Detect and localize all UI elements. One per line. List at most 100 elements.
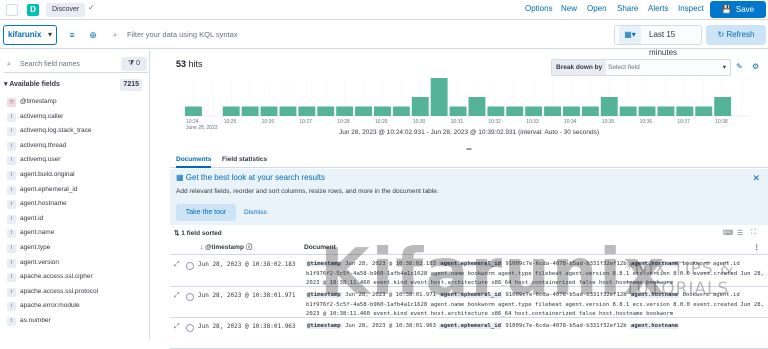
save-button[interactable]: 💾 Save <box>710 1 766 18</box>
filter-options-icon[interactable]: ≡ <box>63 25 81 45</box>
nav-new[interactable]: New <box>561 4 577 13</box>
column-header-timestamp[interactable]: ↓ @timestamp ⓘ <box>200 241 252 255</box>
chart-bar <box>430 78 448 116</box>
chart-bar <box>657 106 675 116</box>
chart-bar <box>619 106 637 116</box>
resize-handle[interactable]: ═ <box>465 146 473 153</box>
field-item[interactable]: t activemq.user <box>4 153 146 168</box>
chart-bar <box>676 106 694 116</box>
field-item-label: activemq.user <box>20 156 61 164</box>
x-tick-label: 10:33 <box>526 119 539 125</box>
chart-bar <box>336 106 354 116</box>
keyboard-icon[interactable]: ⌨ <box>723 229 733 237</box>
table-row[interactable]: ⤢ Jun 28, 2023 @ 10:38:01.963 @timestamp J… <box>170 318 768 349</box>
chart-bar <box>600 97 618 116</box>
field-filter-count: 0 <box>136 60 141 67</box>
x-tick-label: 10:34 <box>564 119 577 125</box>
density-icon[interactable]: ☰ <box>737 229 743 237</box>
field-filter-button[interactable]: ⧩ 0 <box>121 57 147 71</box>
sort-indicator[interactable]: ⇅ 1 field sorted <box>174 229 222 237</box>
chart-edit-icon[interactable]: ✎ <box>736 62 743 71</box>
string-type-icon: t <box>7 243 16 253</box>
x-tick-label: 10:26 <box>262 119 275 125</box>
string-type-icon: t <box>7 170 16 180</box>
hits-counter: 53 hits <box>176 59 203 69</box>
available-fields-header[interactable]: ▾ Available fields 7215 <box>4 79 146 91</box>
field-item[interactable]: t agent.version <box>4 256 146 271</box>
search-icon: ⌕ <box>113 30 118 39</box>
interval-text: Jun 28, 2023 @ 10:24:02.931 - Jun 28, 20… <box>338 129 599 136</box>
row-select-checkbox[interactable] <box>186 262 194 270</box>
add-filter-button[interactable]: ⊕ <box>85 25 101 45</box>
nav-inspect[interactable]: Inspect <box>678 4 704 13</box>
query-bar: kifarunix ▾ ≡ ⊕ ⌕ Filter your data using… <box>0 21 768 57</box>
field-item[interactable]: t apache.error.module <box>4 299 146 314</box>
fullscreen-icon[interactable]: ⛶ <box>751 229 756 237</box>
x-tick-label: 10:35 <box>602 119 615 125</box>
field-item[interactable]: t apache.access.ssl.protocol <box>4 285 146 300</box>
nav-share[interactable]: Share <box>617 4 638 13</box>
tab-field-statistics[interactable]: Field statistics <box>222 154 267 168</box>
field-item[interactable]: t agent.id <box>4 212 146 227</box>
column-options-icon[interactable]: ⋮ <box>754 241 761 255</box>
field-item[interactable]: ◷ @timestamp <box>4 95 146 110</box>
expand-icon[interactable]: ⤢ <box>174 261 180 269</box>
field-item[interactable]: t apache.access.ssl.cipher <box>4 270 146 285</box>
string-type-icon: t <box>7 214 16 224</box>
row-select-checkbox[interactable] <box>186 293 194 301</box>
row-document: @timestamp Jun 28, 2023 @ 10:38:01.963 a… <box>306 322 764 332</box>
date-picker[interactable]: ▦▾ Last 15 minutes <box>614 25 702 57</box>
chart-bar <box>563 106 580 116</box>
field-item-label: agent.hostname <box>20 200 67 208</box>
nav-options[interactable]: Options <box>525 4 553 13</box>
col-timestamp-label: @timestamp <box>205 244 244 251</box>
kql-search-input[interactable]: ⌕ Filter your data using KQL syntax <box>107 25 612 45</box>
refresh-button[interactable]: ↻ Refresh <box>706 25 766 45</box>
x-tick-label: 10:32 <box>488 119 501 125</box>
calendar-icon[interactable]: ▦▾ <box>619 26 641 44</box>
nav-open[interactable]: Open <box>587 4 607 13</box>
close-icon[interactable]: ✕ <box>752 173 760 184</box>
field-item[interactable]: t activemq.log.stack_trace <box>4 124 146 139</box>
breakdown-select[interactable]: Break down by Select field ▾ <box>551 59 731 76</box>
available-fields-count: 7215 <box>120 79 142 91</box>
field-item-label: agent.version <box>20 258 60 266</box>
app-space-icon[interactable]: D <box>27 4 39 16</box>
expand-icon[interactable]: ⤢ <box>174 323 180 331</box>
row-timestamp: Jun 28, 2023 @ 10:38:01.971 <box>198 292 296 299</box>
take-tour-button[interactable]: Take the tour <box>176 204 236 221</box>
x-tick-label: 10:30 <box>413 119 426 125</box>
menu-toggle-icon[interactable] <box>6 4 18 16</box>
doc-key: agent.ephemeral_id <box>439 323 502 329</box>
nav-alerts[interactable]: Alerts <box>648 4 668 13</box>
expand-icon[interactable]: ⤢ <box>174 292 180 300</box>
row-select-checkbox[interactable] <box>186 324 194 332</box>
field-item[interactable]: t agent.hostname <box>4 197 146 212</box>
breadcrumb[interactable]: Discover <box>46 3 86 17</box>
kql-placeholder: Filter your data using KQL syntax <box>127 30 238 39</box>
field-item[interactable]: t as.number <box>4 314 146 329</box>
tab-documents[interactable]: Documents <box>176 154 212 168</box>
tour-callout: ▦ Get the best look at your search resul… <box>170 169 768 225</box>
chart-bar <box>581 106 599 116</box>
chart-bar <box>355 106 372 116</box>
x-tick-label: 10:31 <box>451 119 464 125</box>
chart-settings-icon[interactable]: ⚙ <box>752 62 759 71</box>
breakdown-label: Break down by <box>552 60 607 75</box>
doc-key: agent.hostname <box>630 323 680 329</box>
chart-bar <box>468 97 486 116</box>
field-item-label: apache.error.module <box>20 302 80 310</box>
chart-bar <box>487 106 505 116</box>
field-item[interactable]: t activemq.thread <box>4 139 146 154</box>
field-item-label: agent.type <box>20 243 51 251</box>
string-type-icon: t <box>7 258 16 268</box>
data-view-picker[interactable]: kifarunix ▾ <box>3 25 57 45</box>
field-item[interactable]: t agent.build.original <box>4 168 146 183</box>
field-item[interactable]: t agent.name <box>4 226 146 241</box>
dismiss-button[interactable]: Dismiss <box>240 204 271 221</box>
field-item[interactable]: t activemq.caller <box>4 110 146 125</box>
field-item[interactable]: t agent.ephemeral_id <box>4 183 146 198</box>
field-item[interactable]: t agent.type <box>4 241 146 256</box>
field-item-label: agent.ephemeral_id <box>20 185 78 193</box>
callout-text: Add relevant fields, reorder and sort co… <box>176 188 439 195</box>
